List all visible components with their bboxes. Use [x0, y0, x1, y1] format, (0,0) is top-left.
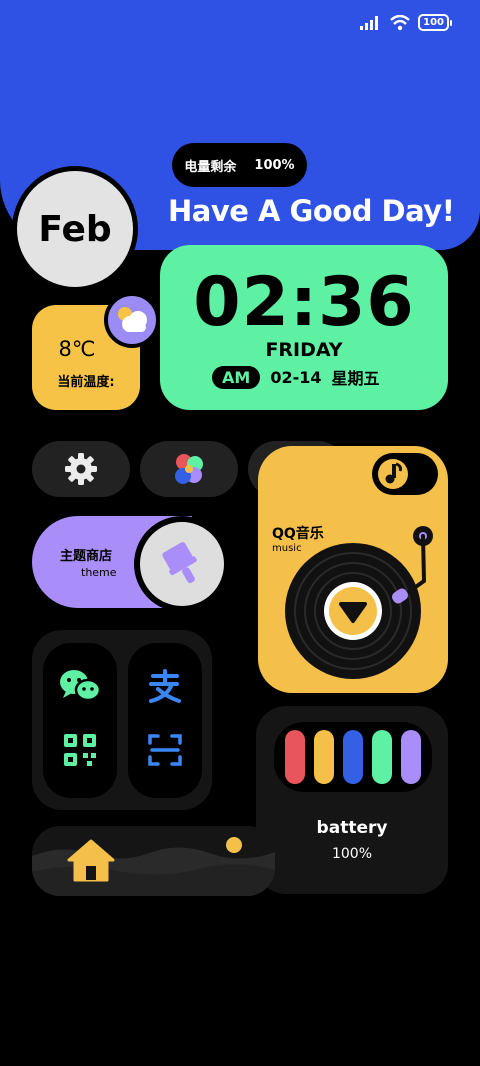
clock-weekday-cn: 星期五 — [331, 369, 380, 388]
play-note-knob-icon — [378, 459, 408, 489]
music-toggle[interactable] — [372, 453, 438, 495]
clock-date-row: AM 02-14 星期五 — [212, 365, 380, 389]
battery-remaining-value: 100% — [254, 157, 295, 173]
month-label: Feb — [38, 208, 112, 250]
battery-bar-purple — [401, 730, 421, 784]
status-bar: 100 — [360, 14, 452, 31]
qr-code-icon[interactable] — [60, 730, 100, 770]
wifi-icon — [390, 14, 410, 30]
battery-remaining-label: 电量剩余 — [184, 159, 237, 175]
home-widget[interactable] — [32, 826, 275, 896]
home-icon — [67, 839, 115, 882]
paint-brush-icon — [162, 542, 197, 584]
clock-widget[interactable]: 02:36 FRIDAY AM 02-14 星期五 — [160, 245, 448, 410]
theme-store-title: 主题商店 — [60, 549, 113, 564]
weather-badge — [104, 292, 160, 348]
gallery-app[interactable] — [140, 441, 238, 497]
partly-cloudy-icon — [118, 307, 147, 332]
weather-label: 当前温度: — [57, 375, 115, 390]
battery-bar-red — [285, 730, 305, 784]
battery-icon: 100 — [418, 14, 452, 31]
battery-bar-green — [372, 730, 392, 784]
alipay-icon[interactable] — [145, 667, 185, 707]
status-battery-level: 100 — [418, 14, 449, 31]
battery-bar-yellow — [314, 730, 334, 784]
gallery-dots-icon — [175, 454, 203, 484]
scan-icon[interactable] — [145, 730, 185, 770]
clock-date: 02-14 — [270, 367, 322, 387]
clock-weekday: FRIDAY — [265, 339, 343, 361]
settings-app[interactable] — [32, 441, 130, 497]
wechat-icon[interactable] — [56, 666, 104, 706]
settings-gear-icon — [65, 453, 97, 485]
theme-store-button[interactable] — [134, 516, 230, 612]
month-circle: Feb — [12, 166, 138, 292]
greeting-text: Have A Good Day! — [168, 194, 455, 228]
clock-ampm-badge: AM — [212, 365, 261, 389]
clock-time: 02:36 — [193, 263, 415, 342]
battery-bars — [274, 722, 432, 792]
signal-icon — [360, 15, 379, 30]
battery-remaining-pill: 电量剩余 100% — [172, 143, 307, 187]
theme-store-subtitle: theme — [81, 566, 117, 579]
battery-label: battery — [316, 818, 388, 838]
battery-bar-blue — [343, 730, 363, 784]
battery-value: 100% — [331, 846, 373, 862]
